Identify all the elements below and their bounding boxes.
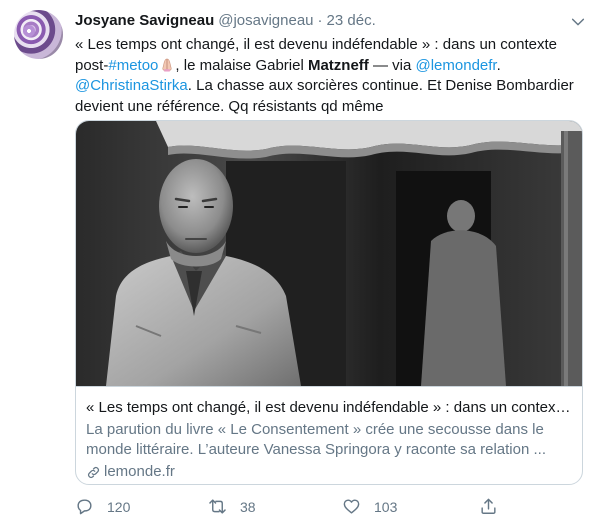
card-title: « Les temps ont changé, il est devenu in… <box>86 399 572 416</box>
like-count: 103 <box>374 498 398 515</box>
link-icon <box>88 466 99 478</box>
separator: · <box>317 12 323 29</box>
retweet-count: 38 <box>240 498 256 515</box>
author-handle[interactable]: @josavigneau <box>218 12 313 29</box>
retweet-icon <box>209 499 226 514</box>
tweet-text-part: — via <box>368 56 416 74</box>
card-image[interactable] <box>76 121 582 386</box>
tweet-date[interactable]: 23 déc. <box>327 12 376 29</box>
reply-count: 120 <box>107 498 131 515</box>
reply-icon <box>77 499 92 515</box>
heart-icon <box>343 499 360 514</box>
hashtag-link[interactable]: #metoo <box>108 57 158 74</box>
retweet-button[interactable]: 38 <box>208 497 256 516</box>
reply-button[interactable]: 120 <box>75 497 130 516</box>
share-icon <box>481 498 496 514</box>
card-domain: lemonde.fr <box>104 463 175 480</box>
card-domain-row: lemonde.fr <box>86 462 572 482</box>
author-name[interactable]: Josyane Savigneau <box>75 12 214 29</box>
tweet-text: « Les temps ont changé, il est devenu in… <box>75 35 585 117</box>
mention-link[interactable]: @ChristinaStirka <box>75 77 188 94</box>
card-body[interactable]: « Les temps ont changé, il est devenu in… <box>76 386 582 484</box>
praying-hands-icon <box>162 58 172 72</box>
avatar[interactable] <box>14 10 63 59</box>
share-button[interactable] <box>479 497 498 516</box>
tweet-text-part: , le malaise Gabriel <box>175 56 308 74</box>
like-button[interactable]: 103 <box>342 497 397 516</box>
card-description: La parution du livre « Le Consentement »… <box>86 421 546 458</box>
tweet[interactable]: Josyane Savigneau @josavigneau · 23 déc.… <box>0 0 602 531</box>
tweet-text-part: . <box>496 56 501 74</box>
mention-link[interactable]: @lemondefr <box>415 57 496 74</box>
bold-name: Matzneff <box>307 56 369 74</box>
link-card[interactable]: « Les temps ont changé, il est devenu in… <box>75 120 583 485</box>
tweet-actions: 120 38 103 <box>75 497 515 521</box>
chevron-down-icon[interactable] <box>570 14 586 30</box>
tweet-header: Josyane Savigneau @josavigneau · 23 déc. <box>75 12 376 32</box>
